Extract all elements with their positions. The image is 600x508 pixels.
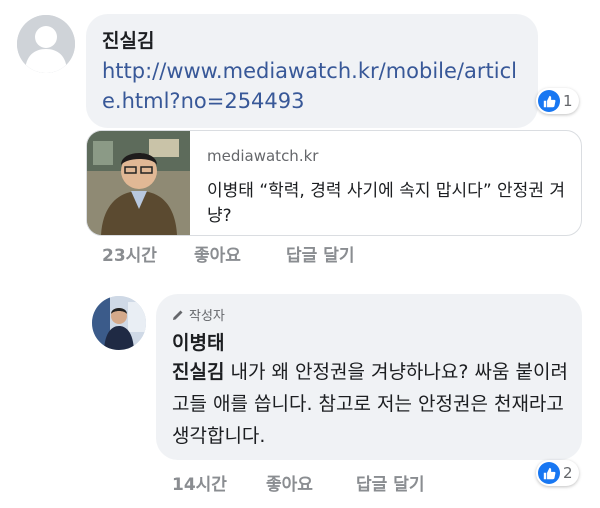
comment-link[interactable]: http://www.mediawatch.kr/mobile/article.…	[102, 56, 522, 116]
reply-reply-button[interactable]: 답글 달기	[356, 470, 424, 495]
default-avatar-icon	[17, 15, 75, 73]
user-photo	[92, 296, 146, 350]
reply-author-name[interactable]: 이병태	[172, 328, 224, 355]
reply-timestamp[interactable]: 14시간	[172, 470, 227, 495]
author-badge-label: 작성자	[189, 309, 225, 324]
reply-like-button[interactable]: 좋아요	[266, 470, 313, 495]
comment-like-badge[interactable]: 1	[536, 88, 579, 114]
like-count: 2	[563, 464, 573, 482]
comment-reply-button[interactable]: 답글 달기	[286, 241, 354, 266]
comment-like-button[interactable]: 좋아요	[194, 241, 241, 266]
article-thumbnail	[87, 131, 190, 235]
comment-author-name[interactable]: 진실김	[102, 26, 154, 53]
author-badge: 작성자	[172, 305, 225, 324]
preview-domain: mediawatch.kr	[207, 147, 319, 165]
pencil-icon	[173, 310, 183, 320]
reply-body: 내가 왜 안정권을 겨냥하나요? 싸움 붙이려고들 애를 씁니다. 참고로 저는…	[172, 361, 568, 447]
reply-avatar[interactable]	[92, 296, 146, 350]
mention-link[interactable]: 진실김	[172, 361, 224, 383]
preview-title: 이병태 “학력, 경력 사기에 속지 맙시다” 안정권 겨냥?	[207, 181, 566, 226]
commenter-avatar[interactable]	[17, 15, 75, 73]
thumbs-up-icon	[538, 90, 560, 112]
like-count: 1	[563, 92, 573, 110]
comment-timestamp[interactable]: 23시간	[102, 241, 157, 266]
link-preview-card[interactable]: mediawatch.kr 이병태 “학력, 경력 사기에 속지 맙시다” 안정…	[86, 130, 582, 236]
reply-like-badge[interactable]: 2	[536, 460, 579, 486]
reply-text: 진실김 내가 왜 안정권을 겨냥하나요? 싸움 붙이려고들 애를 씁니다. 참고…	[172, 356, 572, 452]
thumbs-up-icon	[538, 462, 560, 484]
